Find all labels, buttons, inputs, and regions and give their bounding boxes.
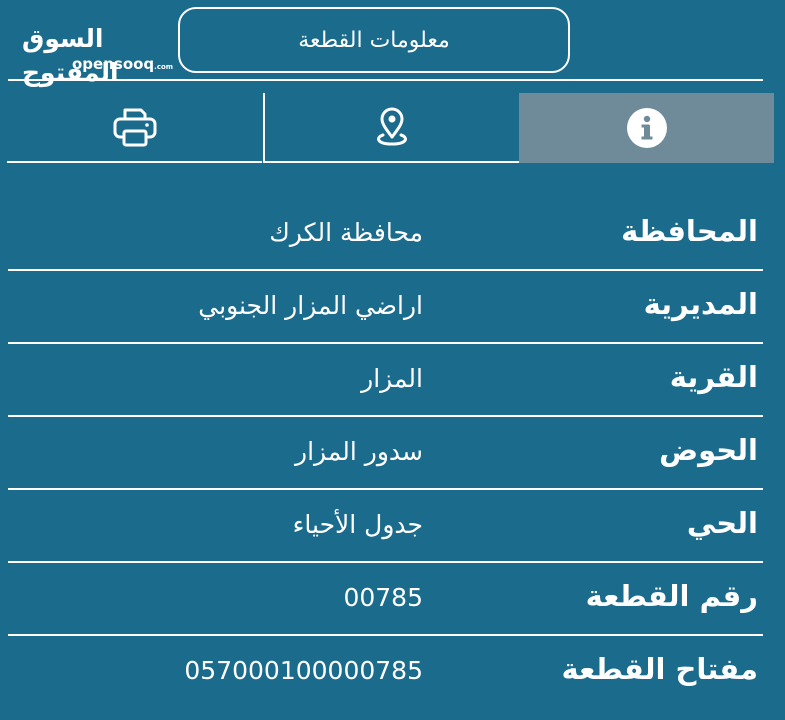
location-pin-icon: [377, 107, 407, 146]
print-icon: [113, 108, 156, 147]
row-value-basin: سدور المزار: [295, 437, 423, 466]
page-title: معلومات القطعة: [178, 7, 570, 73]
logo-latin-text: opensooq.com: [72, 55, 173, 76]
tab-info[interactable]: [519, 93, 774, 163]
row-label-directorate: المديرية: [643, 287, 758, 321]
logo-domain-suffix: .com: [154, 63, 174, 71]
table-row: القرية المزار: [8, 344, 763, 417]
tab-location[interactable]: [263, 93, 519, 163]
tab-print[interactable]: [7, 93, 262, 163]
row-label-parcel-number: رقم القطعة: [585, 579, 758, 613]
row-label-village: القرية: [669, 360, 758, 394]
opensooq-logo: السوق المفتوح opensooq.com: [22, 22, 174, 87]
table-row: الحي جدول الأحياء: [8, 490, 763, 563]
logo-latin-name: opensooq: [72, 55, 155, 73]
table-row: الحوض سدور المزار: [8, 417, 763, 490]
row-label-governorate: المحافظة: [621, 214, 758, 248]
row-label-neighborhood: الحي: [686, 506, 758, 540]
table-row: مفتاح القطعة 057000100000785: [8, 636, 763, 709]
parcel-info-table: المحافظة محافظة الكرك المديرية اراضي الم…: [8, 198, 763, 709]
table-row: المديرية اراضي المزار الجنوبي: [8, 271, 763, 344]
header-divider: [8, 79, 763, 81]
row-label-parcel-key: مفتاح القطعة: [561, 652, 758, 686]
row-value-governorate: محافظة الكرك: [269, 218, 423, 247]
info-icon: [626, 108, 667, 148]
row-value-parcel-key: 057000100000785: [184, 656, 423, 685]
row-value-directorate: اراضي المزار الجنوبي: [198, 291, 423, 320]
row-value-parcel-number: 00785: [343, 583, 423, 612]
row-label-basin: الحوض: [659, 433, 758, 467]
row-value-neighborhood: جدول الأحياء: [292, 510, 423, 539]
tab-bar: [7, 93, 774, 163]
table-row: رقم القطعة 00785: [8, 563, 763, 636]
table-row: المحافظة محافظة الكرك: [8, 198, 763, 271]
row-value-village: المزار: [361, 364, 423, 393]
